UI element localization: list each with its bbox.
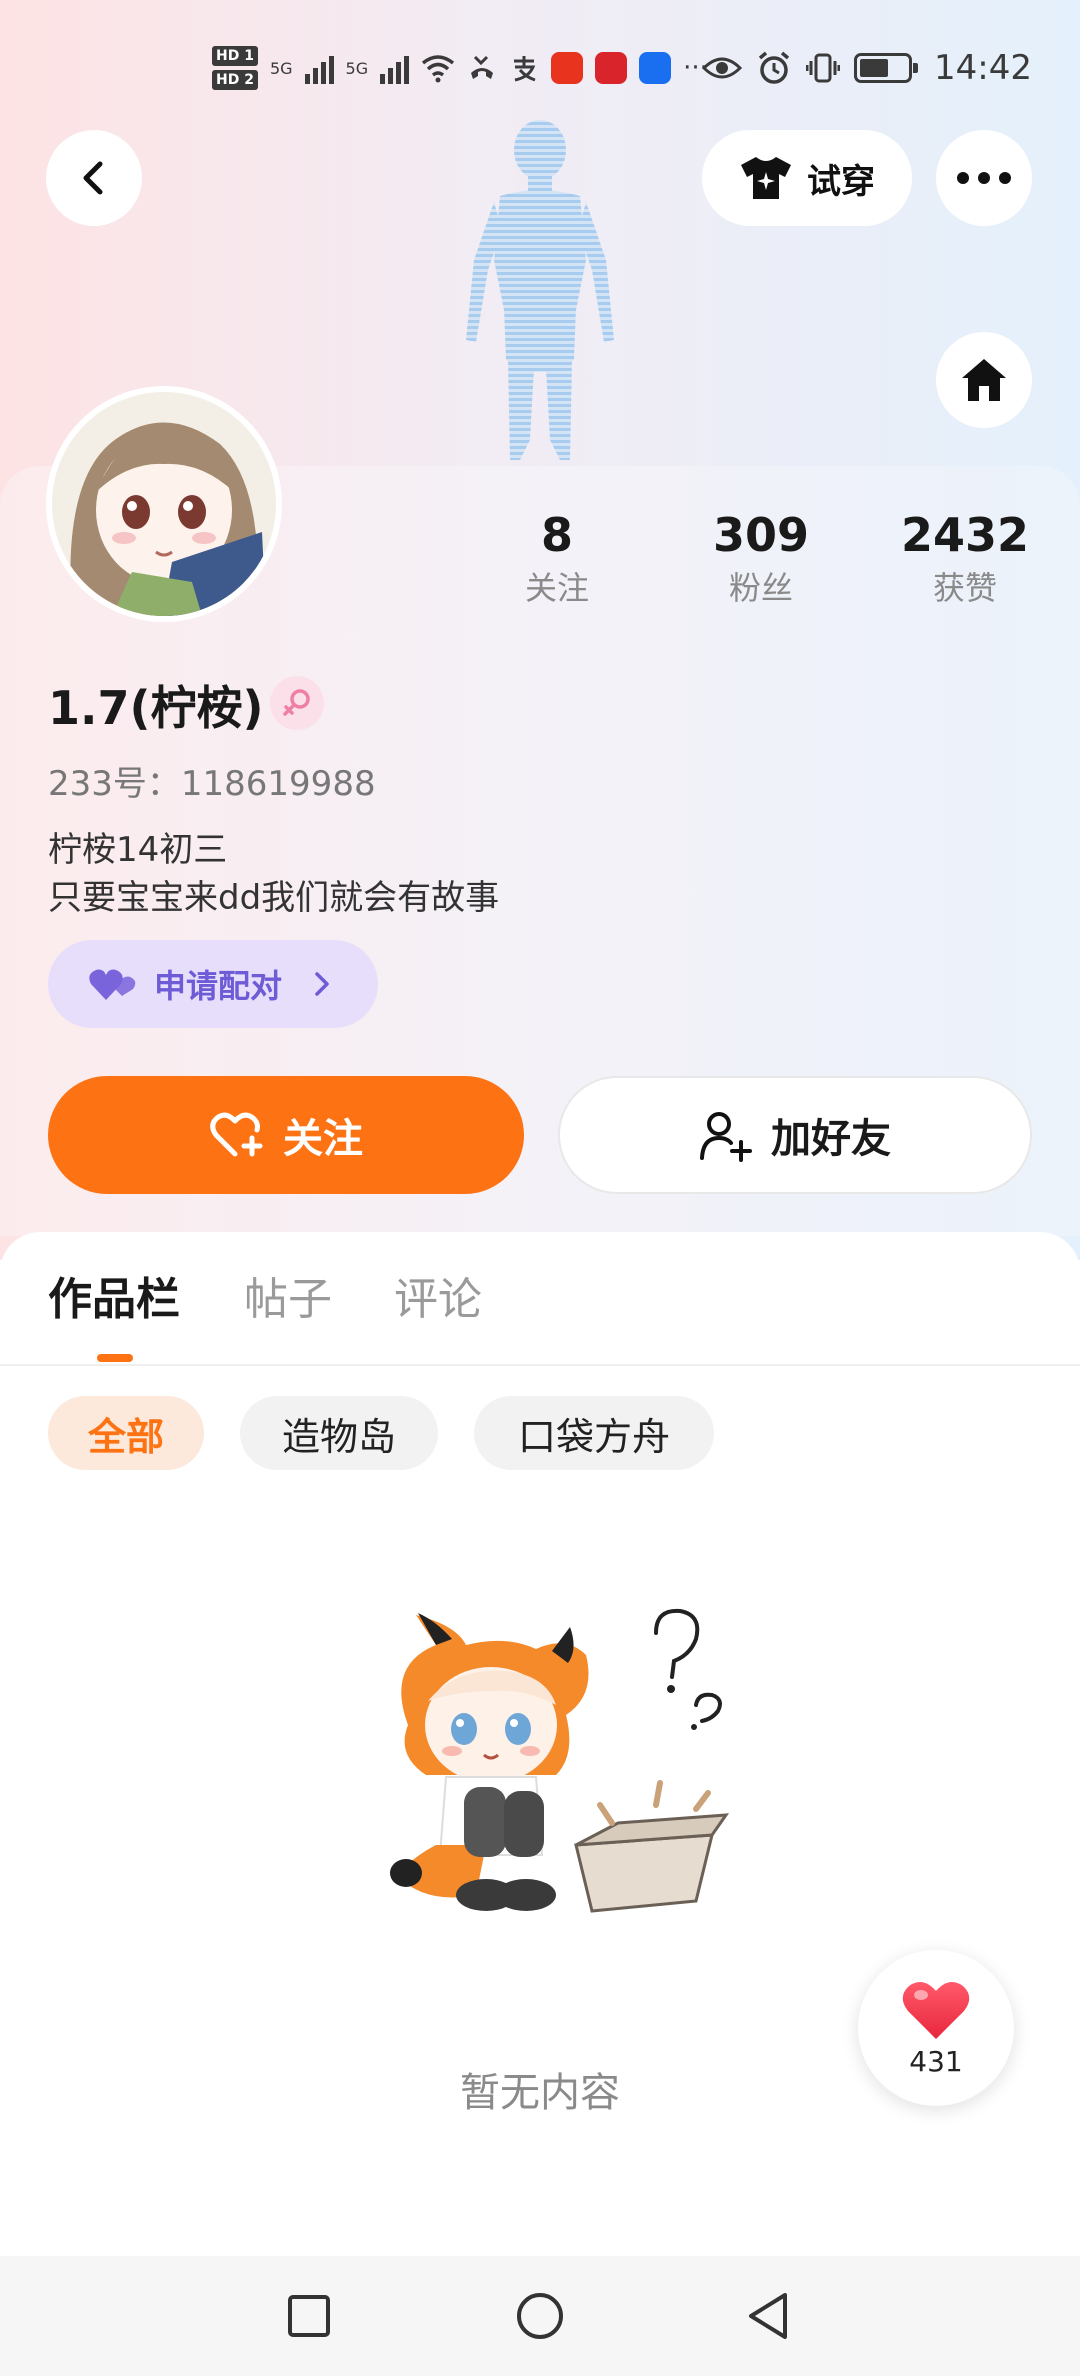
status-bar-right: 14:42 (702, 44, 1032, 92)
tabs-divider (0, 1364, 1080, 1366)
home-icon (962, 359, 1006, 401)
home-button[interactable] (936, 332, 1032, 428)
filter-chip-creation-island[interactable]: 造物岛 (240, 1396, 438, 1470)
tab-works[interactable]: 作品栏 (48, 1270, 180, 1330)
double-heart-icon (89, 969, 136, 1000)
square-icon (288, 2295, 330, 2337)
tab-comments[interactable]: 评论 (394, 1270, 482, 1330)
network-type-2: 5G (345, 58, 369, 78)
hd-badges: HD 1 HD 2 (212, 46, 258, 90)
stat-fans[interactable]: 309 粉丝 (676, 505, 846, 611)
system-navigation-bar (0, 2256, 1080, 2376)
alarm-icon (758, 51, 790, 84)
avatar-image (52, 392, 276, 616)
add-user-icon (700, 1112, 752, 1162)
empty-state-illustration (390, 1608, 730, 1913)
chevron-right-icon (315, 972, 329, 996)
filter-chip-pocket-ark[interactable]: 口袋方舟 (474, 1396, 714, 1470)
stat-likes-value: 2432 (900, 508, 1030, 562)
wifi-icon (422, 55, 455, 83)
add-friend-label: 加好友 (771, 1116, 891, 1162)
stat-following-label: 关注 (524, 569, 589, 607)
follow-label: 关注 (283, 1116, 363, 1162)
more-dots-icon (957, 172, 1011, 184)
chevron-left-icon (83, 161, 103, 195)
stat-following[interactable]: 8 关注 (472, 505, 642, 611)
try-on-label: 试穿 (807, 161, 875, 202)
like-count: 431 (909, 2044, 963, 2078)
stat-likes[interactable]: 2432 获赞 (880, 505, 1050, 611)
user-id: 233号：118619988 (48, 764, 376, 804)
signal-icon-2 (380, 52, 410, 84)
avatar[interactable] (46, 386, 282, 622)
bio-line-1: 柠桉14初三 (48, 830, 228, 870)
signal-icon (304, 52, 334, 84)
bulb-app-icon (639, 52, 672, 84)
app-notification-icon-red (551, 52, 584, 84)
home-nav-button[interactable] (510, 2286, 570, 2346)
book-app-icon (595, 52, 628, 84)
vibrate-icon (806, 53, 841, 83)
tshirt-icon (741, 157, 791, 199)
network-type-1: 5G (269, 58, 293, 78)
back-button[interactable] (46, 130, 142, 226)
hd1-badge: HD 1 (212, 46, 258, 66)
more-options-button[interactable] (936, 130, 1032, 226)
request-pair-button[interactable]: 申请配对 (48, 940, 378, 1028)
status-time: 14:42 (934, 48, 1032, 88)
gender-badge (270, 676, 324, 730)
back-nav-button[interactable] (738, 2286, 798, 2346)
heart-plus-icon (210, 1112, 263, 1157)
stat-likes-label: 获赞 (932, 569, 997, 607)
triangle-back-icon (749, 2293, 787, 2339)
floating-like-button[interactable]: 431 (858, 1950, 1014, 2106)
stat-fans-label: 粉丝 (728, 569, 793, 607)
female-icon (283, 689, 310, 716)
missed-call-icon (471, 55, 494, 79)
heart-icon (902, 1981, 970, 2039)
eye-comfort-icon (702, 57, 743, 79)
circle-icon (517, 2293, 563, 2339)
stat-fans-value: 309 (712, 508, 810, 562)
username: 1.7(柠桉) (48, 681, 264, 735)
try-on-button[interactable]: 试穿 (702, 130, 912, 226)
avatar-3d-model-figure (466, 120, 614, 460)
add-friend-button[interactable]: 加好友 (558, 1076, 1032, 1194)
hd2-badge: HD 2 (212, 70, 258, 90)
alipay-icon (514, 56, 536, 82)
tab-posts[interactable]: 帖子 (244, 1270, 332, 1330)
follow-button[interactable]: 关注 (48, 1076, 524, 1194)
battery-icon (854, 53, 919, 83)
stat-following-value: 8 (540, 508, 573, 562)
filter-chip-all[interactable]: 全部 (48, 1396, 204, 1470)
request-pair-label: 申请配对 (154, 967, 283, 1005)
status-bar-left-icons: HD 1 HD 2 5G 5G ··· (212, 38, 708, 98)
recent-apps-button[interactable] (279, 2286, 339, 2346)
bio-line-2: 只要宝宝来dd我们就会有故事 (48, 878, 500, 918)
tab-active-indicator (97, 1354, 133, 1362)
content-tabs: 作品栏 帖子 评论 (0, 1270, 1080, 1360)
